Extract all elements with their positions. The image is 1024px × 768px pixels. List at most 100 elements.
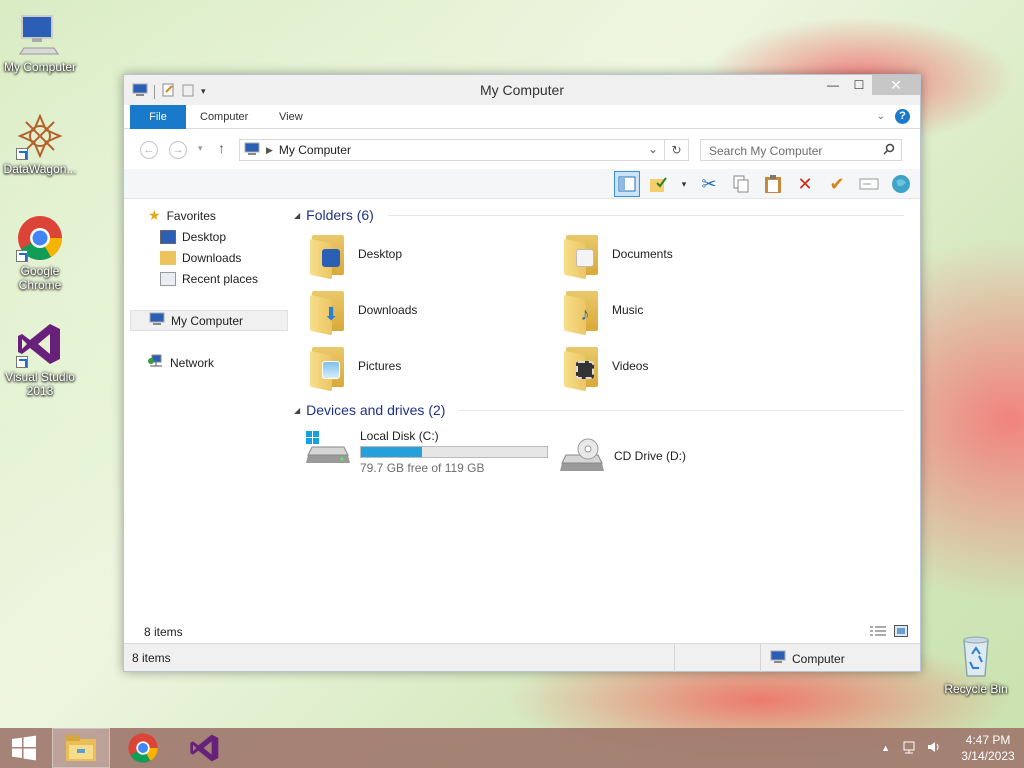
sidebar-item-downloads[interactable]: Downloads [130,247,288,268]
tab-file[interactable]: File [130,105,186,129]
status-item-count: 8 items [132,651,171,665]
drive-free-space: 79.7 GB free of 119 GB [360,461,485,475]
close-button[interactable]: ✕ [872,75,920,95]
copy-icon[interactable] [728,171,754,197]
show-hidden-icons-icon[interactable]: ▲ [881,743,890,753]
properties-button[interactable] [646,171,672,197]
collapse-icon: ◢ [294,405,301,415]
sidebar-item-label: Network [170,355,215,370]
pictures-folder-icon [308,343,350,392]
folder-desktop[interactable]: Desktop [308,231,402,280]
drive-cd-d[interactable]: CD Drive (D:) [558,437,686,475]
paste-icon[interactable] [760,171,786,197]
sidebar-item-my-computer[interactable]: My Computer [130,310,288,331]
sidebar-item-network[interactable]: Network [130,352,288,373]
address-history-icon[interactable]: ⌄ [648,142,658,156]
folder-documents[interactable]: Documents [562,231,673,280]
desktop-icon-visual-studio[interactable]: Visual Studio 2013 [0,320,80,398]
clock[interactable]: 4:47 PM 3/14/2023 [952,732,1024,764]
star-icon: ★ [148,207,161,223]
hard-drive-icon [304,429,352,467]
chrome-icon [128,733,158,763]
help-icon[interactable]: ? [895,109,910,124]
cut-icon[interactable]: ✂ [696,171,722,197]
volume-icon[interactable] [926,739,942,758]
sidebar-item-label: Favorites [166,208,216,223]
breadcrumb-arrow-icon[interactable]: ▶ [266,145,273,156]
ribbon-tabs: File Computer View ⌄ ? [124,105,920,129]
back-button[interactable]: ← [140,141,158,159]
details-view-icon[interactable] [870,625,886,640]
status-location: Computer [792,651,845,666]
folder-pictures[interactable]: Pictures [308,343,401,392]
sidebar-item-label: My Computer [171,313,244,328]
address-bar[interactable]: ▶ My Computer ⌄ ↻ [239,139,689,161]
desktop-icon-label: DataWagon... [3,162,77,176]
folder-downloads[interactable]: ⬇ Downloads [308,287,417,336]
minimize-button[interactable]: — [820,75,846,95]
search-input[interactable]: Search My Computer [700,139,902,161]
file-explorer-icon [66,735,96,761]
search-icon [883,143,895,158]
delete-icon[interactable]: ✕ [792,171,818,197]
folder-videos[interactable]: Videos [562,343,648,392]
chevron-down-icon[interactable]: ▾ [678,171,690,197]
sidebar-item-favorites[interactable]: ★ Favorites [130,205,288,226]
taskbar: ▲ 4:47 PM 3/14/2023 [0,728,1024,768]
computer-icon [770,650,786,667]
desktop-icon [160,229,176,244]
group-header-folders[interactable]: ◢ Folders (6) [294,205,904,225]
videos-folder-icon [562,343,604,392]
command-toolbar: ▾ ✂ ✕ ✔ [124,169,920,199]
taskbar-file-explorer[interactable] [52,728,110,768]
recent-locations-icon[interactable]: ▾ [198,143,203,154]
item-count: 8 items [144,625,183,639]
title-bar[interactable]: ▾ My Computer — ☐ ✕ [124,75,920,105]
folder-music[interactable]: ♪ Music [562,287,643,336]
downloads-icon [160,250,176,265]
computer-icon [16,10,64,58]
expand-ribbon-icon[interactable]: ⌄ [877,111,885,122]
datawagon-icon [16,112,64,160]
downloads-folder-icon: ⬇ [308,287,350,336]
explorer-window[interactable]: ▾ My Computer — ☐ ✕ File Computer View ⌄… [123,74,921,672]
refresh-button[interactable]: ↻ [664,140,688,160]
group-header-devices[interactable]: ◢ Devices and drives (2) [294,400,904,420]
visual-studio-icon [16,320,64,368]
visual-studio-icon [190,734,219,762]
checkmark-icon[interactable]: ✔ [824,171,850,197]
recycle-bin-icon [952,632,1000,680]
taskbar-google-chrome[interactable] [114,728,172,768]
tab-view[interactable]: View [267,105,315,129]
desktop-icon-datawagon[interactable]: DataWagon... [0,112,80,176]
globe-icon[interactable] [888,171,914,197]
drive-local-disk-c[interactable]: Local Disk (C:) 79.7 GB free of 119 GB [304,429,548,475]
clock-date: 3/14/2023 [961,749,1015,763]
taskbar-visual-studio[interactable] [176,728,234,768]
desktop-icon-recycle-bin[interactable]: Recycle Bin [936,632,1016,696]
search-placeholder: Search My Computer [709,144,823,158]
start-button[interactable] [0,728,48,768]
maximize-button[interactable]: ☐ [846,75,872,95]
forward-button[interactable]: → [169,141,187,159]
network-icon [148,354,164,371]
sidebar-item-label: Desktop [182,229,227,244]
desktop-icon-google-chrome[interactable]: Google Chrome [0,214,80,292]
desktop-icon-label: Recycle Bin [944,682,1008,696]
network-status-icon[interactable] [902,739,918,758]
tab-computer[interactable]: Computer [188,105,260,129]
rename-icon[interactable] [856,171,882,197]
breadcrumb[interactable]: My Computer [279,143,351,157]
sidebar-item-desktop[interactable]: Desktop [130,226,288,247]
sidebar-item-recent-places[interactable]: Recent places [130,268,288,289]
recent-places-icon [160,271,176,286]
preview-pane-button[interactable] [614,171,640,197]
large-icons-view-icon[interactable] [894,625,908,640]
chrome-icon [16,214,64,262]
desktop-icon-label: Visual Studio 2013 [5,370,75,398]
drive-usage-bar [360,446,548,458]
desktop-icon-my-computer[interactable]: My Computer [0,10,80,74]
up-button[interactable]: ↑ [218,140,225,156]
navigation-bar: ← → ▾ ↑ ▶ My Computer ⌄ ↻ Search My Comp… [124,129,920,169]
sidebar-item-label: Recent places [182,271,259,286]
